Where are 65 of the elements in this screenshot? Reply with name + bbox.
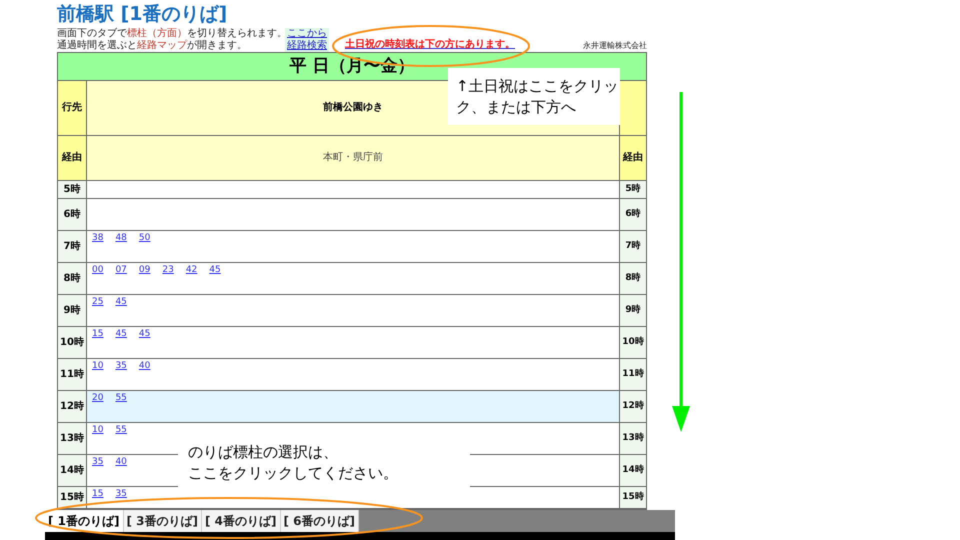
hour-cell: 8時 bbox=[619, 263, 646, 294]
departure-time-link[interactable]: 48 bbox=[115, 233, 127, 244]
departure-time-link[interactable]: 07 bbox=[115, 265, 127, 276]
hour-cell: 5時 bbox=[58, 181, 87, 198]
destination-label: 行先 bbox=[58, 80, 87, 135]
callout-text: ク、または下方へ bbox=[456, 96, 577, 118]
departure-time-link[interactable]: 09 bbox=[138, 265, 150, 276]
hour-cell: 9時 bbox=[58, 295, 87, 326]
via-text: 本町・県庁前 bbox=[322, 150, 384, 166]
departure-time-link[interactable]: 55 bbox=[115, 425, 127, 436]
departure-time-link[interactable]: 40 bbox=[138, 361, 150, 372]
destination-text: 前橋公園ゆき bbox=[323, 100, 383, 116]
departure-time-link[interactable]: 42 bbox=[186, 265, 198, 276]
via-label: 経由 bbox=[58, 136, 87, 180]
departure-time-link[interactable]: 35 bbox=[92, 457, 104, 468]
company-name: 永井運輸株式会社 bbox=[583, 41, 647, 51]
hour-cell: 15時 bbox=[619, 487, 646, 508]
departure-time-link[interactable]: 20 bbox=[92, 393, 104, 404]
hour-cell: 7時 bbox=[58, 231, 87, 262]
page-title: 前橋駅 [1番のりば] bbox=[57, 2, 228, 27]
departure-time-link[interactable]: 35 bbox=[115, 361, 127, 372]
instruction-text: 通過時間を選ぶと経路マップが開きます。 bbox=[57, 40, 248, 52]
down-arrow-icon bbox=[672, 92, 690, 432]
departure-time-link[interactable]: 45 bbox=[115, 297, 127, 308]
callout-text: ここをクリックしてください。 bbox=[188, 463, 399, 484]
hour-cell: 13時 bbox=[58, 423, 87, 454]
departure-time-link[interactable]: 15 bbox=[92, 489, 104, 500]
hour-cell: 12時 bbox=[58, 391, 87, 422]
departure-time-link[interactable]: 25 bbox=[92, 297, 104, 308]
hour-cell: 12時 bbox=[619, 391, 646, 422]
departure-time-link[interactable]: 55 bbox=[115, 393, 127, 404]
platform-tab[interactable]: [ 6番のりば] bbox=[280, 510, 359, 532]
hour-cell: 14時 bbox=[58, 455, 87, 486]
departure-time-link[interactable]: 35 bbox=[115, 489, 127, 500]
platform-tab[interactable]: [ 4番のりば] bbox=[202, 510, 280, 532]
hour-cell: 11時 bbox=[619, 359, 646, 390]
hour-cell: 7時 bbox=[619, 231, 646, 262]
departure-time-link[interactable]: 45 bbox=[115, 329, 127, 340]
hour-cell: 5時 bbox=[619, 181, 646, 198]
departure-time-link[interactable]: 00 bbox=[92, 265, 104, 276]
route-search-link[interactable]: ここから 経路検索 bbox=[285, 28, 329, 52]
hour-cell: 10時 bbox=[619, 327, 646, 358]
departure-time-link[interactable]: 10 bbox=[92, 361, 104, 372]
departure-time-link[interactable]: 10 bbox=[92, 425, 104, 436]
hour-cell: 15時 bbox=[58, 487, 87, 508]
hour-cell: 10時 bbox=[58, 327, 87, 358]
instruction-text: 画面下のタブで標柱（方面）を切り替えられます。 bbox=[57, 28, 288, 40]
weekend-timetable-link[interactable]: 土日祝の時刻表は下の方にあります。 bbox=[345, 39, 515, 51]
departure-time-link[interactable]: 15 bbox=[92, 329, 104, 340]
hour-cell: 11時 bbox=[58, 359, 87, 390]
departure-time-link[interactable]: 50 bbox=[138, 233, 150, 244]
hour-cell: 6時 bbox=[619, 199, 646, 230]
hour-cell: 14時 bbox=[619, 455, 646, 486]
departure-time-link[interactable]: 45 bbox=[138, 329, 150, 340]
departure-time-link[interactable]: 45 bbox=[209, 265, 221, 276]
hour-cell: 8時 bbox=[58, 263, 87, 294]
callout-text: のりば標柱の選択は、 bbox=[188, 442, 339, 463]
via-label: 経由 bbox=[619, 136, 646, 180]
hour-cell: 13時 bbox=[619, 423, 646, 454]
hour-cell: 9時 bbox=[619, 295, 646, 326]
platform-tab[interactable]: [ 3番のりば] bbox=[124, 510, 202, 532]
hour-cell: 6時 bbox=[58, 199, 87, 230]
departure-time-link[interactable]: 38 bbox=[92, 233, 104, 244]
departure-time-link[interactable]: 40 bbox=[115, 457, 127, 468]
departure-time-link[interactable]: 23 bbox=[162, 265, 174, 276]
